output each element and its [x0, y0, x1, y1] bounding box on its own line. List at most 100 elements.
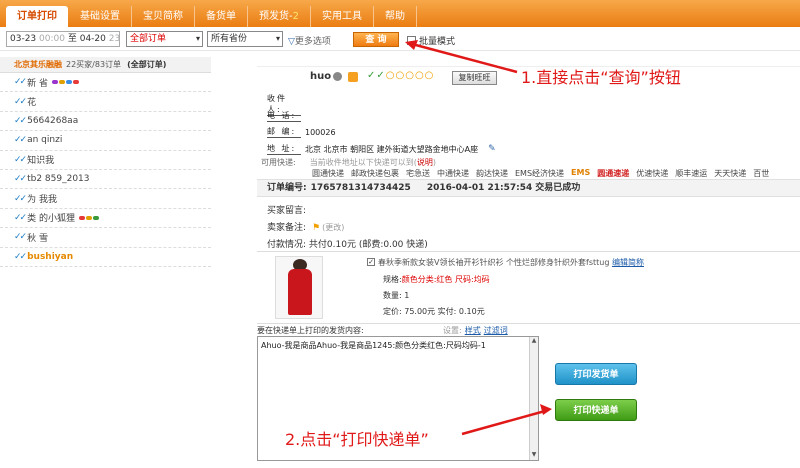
- flag-icon: [92, 215, 99, 220]
- buyer-list-name: 类 的小狐狸: [27, 214, 75, 225]
- product-title-row: 春秋季新款女装V领长袖开衫针织衫 个性烂部修身针织外套fsttug 编辑简称: [378, 257, 644, 268]
- buyer-list-item[interactable]: ✓✓ 秋 雪: [0, 228, 211, 248]
- tab-order-print[interactable]: 订单打印: [6, 6, 68, 27]
- province-filter-select[interactable]: 所有省份 ▾: [207, 31, 283, 47]
- avatar-icon: [333, 72, 343, 81]
- checkmark-icon: ✓✓: [14, 193, 27, 204]
- change-note-link[interactable]: (更改): [322, 223, 344, 232]
- more-options-link[interactable]: ▽更多选项: [288, 34, 331, 47]
- buyer-message-row: 买家留言:: [267, 203, 306, 216]
- buyer-list-item[interactable]: ✓✓ 5664268aa: [0, 112, 211, 132]
- carrier-option[interactable]: 顺丰速运: [675, 168, 707, 179]
- textarea-scrollbar[interactable]: ▲ ▼: [529, 337, 538, 460]
- order-time: 2016-04-01 21:57:54: [426, 183, 533, 193]
- flag-icon: [78, 215, 85, 220]
- tab-pre-ship[interactable]: 预发货-2: [248, 6, 311, 27]
- batch-mode-label: 批量模式: [419, 37, 456, 47]
- order-filter-select[interactable]: 全部订单 ▾: [126, 31, 203, 47]
- style-link[interactable]: 样式: [465, 326, 481, 335]
- print-express-label-button[interactable]: 打印快递单: [555, 399, 637, 421]
- chevron-down-icon: ▾: [195, 34, 200, 43]
- buyer-credit-rating: ✓✓○○○○○: [367, 70, 434, 81]
- carrier-option[interactable]: EMS: [571, 168, 590, 179]
- check-icons: ✓✓: [367, 70, 386, 81]
- copy-wangwang-button[interactable]: 复制旺旺: [452, 71, 497, 85]
- all-orders-link[interactable]: (全部订单): [127, 60, 166, 69]
- product-row: ✓ 春秋季新款女装V领长袖开衫针织衫 个性烂部修身针织外套fsttug 编辑简称…: [257, 251, 800, 324]
- carrier-option[interactable]: 中通快递: [437, 168, 469, 179]
- buyer-list-item[interactable]: ✓✓ 类 的小狐狸: [0, 209, 211, 229]
- spec-value: 颜色分类:红色 尺码:均码: [401, 275, 490, 284]
- batch-mode-checkbox[interactable]: [407, 36, 416, 45]
- flag-icon[interactable]: ⚑: [312, 223, 320, 233]
- buyer-list-item[interactable]: ✓✓ tb2 859_2013: [0, 170, 211, 190]
- filter-words-link[interactable]: 过滤词: [484, 326, 508, 335]
- scroll-up-icon[interactable]: ▲: [530, 337, 538, 346]
- qty-value: 1: [404, 291, 410, 300]
- carrier-option[interactable]: 天天快递: [714, 168, 746, 179]
- buyer-list-name: 知识我: [27, 156, 55, 167]
- tab-item-alias[interactable]: 宝贝简称: [132, 6, 195, 27]
- shipping-note: 当前收件地址以下快递可以到(说明): [310, 158, 436, 167]
- edit-pencil-icon[interactable]: ✎: [488, 144, 496, 154]
- carrier-option[interactable]: 韵达快递: [476, 168, 508, 179]
- phone-label: 电 话:: [267, 110, 301, 122]
- product-checkbox[interactable]: ✓: [367, 258, 375, 266]
- buyer-list-item[interactable]: ✓✓ bushiyan: [0, 248, 211, 267]
- checkmark-icon: ✓✓: [14, 135, 27, 146]
- circle-icons: ○○○○○: [385, 70, 435, 81]
- buyer-list-item[interactable]: ✓✓ 为 我我: [0, 189, 211, 209]
- carrier-option[interactable]: 宅急送: [406, 168, 430, 179]
- shipping-note-end: ): [432, 158, 436, 167]
- wangwang-icon[interactable]: [348, 71, 359, 82]
- carrier-option[interactable]: 圆通速递: [597, 168, 629, 179]
- buyer-list-header: 北京其乐融融 22买家/83订单 (全部订单): [0, 57, 211, 73]
- date-range-field[interactable]: 03-23 00:00 至 04-20 23:59: [6, 31, 120, 47]
- payment-label: 付款情况:: [267, 240, 307, 250]
- buyer-name: huo: [310, 71, 332, 82]
- buyer-list-item[interactable]: ✓✓ 新 省: [0, 73, 211, 93]
- buyer-list-item[interactable]: ✓✓ 知识我: [0, 151, 211, 170]
- carrier-option[interactable]: 邮政快递包裹: [351, 168, 399, 179]
- carrier-option[interactable]: 优速快递: [636, 168, 668, 179]
- shipping-note-link[interactable]: 说明: [417, 158, 433, 167]
- zip-row: 邮 编: 100026: [267, 126, 336, 138]
- tab-help[interactable]: 帮助: [374, 6, 417, 27]
- edit-alias-link[interactable]: 编辑简称: [612, 258, 644, 267]
- tab-tools[interactable]: 实用工具: [311, 6, 374, 27]
- store-name: 北京其乐融融: [14, 60, 62, 69]
- address-label: 地 址:: [267, 143, 301, 155]
- time-start: 00:00: [39, 34, 65, 44]
- province-filter-value: 所有省份: [211, 34, 248, 44]
- buyer-list-item[interactable]: ✓✓ an qinzi: [0, 131, 211, 151]
- print-settings-label: 设置:: [443, 326, 462, 335]
- top-nav: 订单打印 基础设置 宝贝简称 备货单 预发货-2 实用工具 帮助: [0, 0, 800, 27]
- buyer-list-sidebar: 北京其乐融融 22买家/83订单 (全部订单) ✓✓ 新 省 ✓✓ 花 ✓✓ 5664268a…: [0, 57, 211, 468]
- print-settings: 设置: 样式 过滤词: [443, 325, 508, 336]
- carrier-option[interactable]: EMS经济快递: [515, 168, 564, 179]
- buyer-list-item[interactable]: ✓✓ 花: [0, 92, 211, 112]
- annotation-step2: 2.点击“打印快递单”: [285, 430, 429, 449]
- tab-picking-list[interactable]: 备货单: [195, 6, 248, 27]
- buyer-order-count: 22买家/83订单: [66, 60, 122, 69]
- buyer-list-name: 花: [27, 98, 37, 109]
- flag-icon: [58, 80, 65, 85]
- carrier-option[interactable]: 百世: [753, 168, 769, 179]
- query-button[interactable]: 查 询: [353, 32, 399, 47]
- tab-basic-settings[interactable]: 基础设置: [69, 6, 132, 27]
- product-title: 春秋季新款女装V领长袖开衫针织衫 个性烂部修身针织外套fsttug: [378, 258, 610, 267]
- buyer-list-name: 5664268aa: [27, 115, 79, 126]
- checkmark-icon: ✓✓: [14, 232, 27, 243]
- tab-pre-ship-label: 预发货-: [259, 11, 293, 22]
- seller-note-label: 卖家备注:: [267, 223, 307, 233]
- print-delivery-note-button[interactable]: 打印发货单: [555, 363, 637, 385]
- color-flags: [51, 80, 79, 85]
- payment-value: 共付0.10元 (邮费:0.00 快递): [308, 240, 428, 250]
- date-end: 04-20: [79, 34, 106, 44]
- checkmark-icon: ✓✓: [14, 174, 27, 185]
- carrier-option[interactable]: 圆通快递: [312, 168, 344, 179]
- scroll-down-icon[interactable]: ▼: [530, 451, 538, 460]
- more-options-label: 更多选项: [294, 37, 331, 47]
- batch-mode-toggle[interactable]: 批量模式: [407, 34, 455, 47]
- product-thumbnail[interactable]: [275, 256, 323, 319]
